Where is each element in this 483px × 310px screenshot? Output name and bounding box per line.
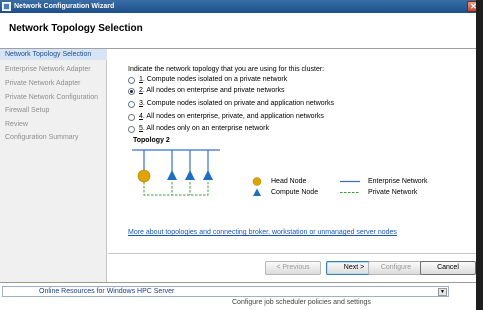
topology-option-2[interactable]: 2. All nodes on enterprise and private n… (128, 86, 285, 96)
topology-diagram-title: Topology 2 (133, 137, 170, 144)
wizard-footer: < Previous Next > Configure Cancel (108, 253, 483, 282)
topology-option-1[interactable]: 1. Compute nodes isolated on a private n… (128, 75, 287, 85)
option-label: . Compute nodes isolated on a private ne… (142, 76, 288, 83)
compute-node-icon (167, 170, 177, 180)
more-about-topologies-link[interactable]: More about topologies and connecting bro… (128, 229, 397, 236)
compute-node-legend-icon (253, 188, 261, 196)
sidebar-item-private-network-adapter: Private Network Adapter (5, 80, 81, 87)
background-window: Online Resources for Windows HPC Server … (0, 282, 483, 310)
legend-enterprise-network: Enterprise Network (340, 177, 428, 186)
option-label: . All nodes on enterprise, private, and … (142, 113, 324, 120)
desktop-edge (476, 0, 483, 310)
background-task-text: Configure job scheduler policies and set… (232, 299, 371, 306)
dropdown-arrow-icon[interactable]: ▼ (438, 288, 447, 296)
private-network-line (143, 182, 209, 196)
private-line-legend-icon (340, 192, 360, 193)
sidebar-item-review: Review (5, 121, 28, 128)
legend-private-network: Private Network (340, 188, 417, 197)
sidebar-item-private-network-configuration: Private Network Configuration (5, 94, 98, 101)
sidebar-item-network-topology-selection[interactable]: Network Topology Selection (0, 49, 107, 60)
window-titlebar: Network Configuration Wizard ✕ (0, 0, 483, 13)
legend-label: Head Node (271, 178, 307, 185)
main-content: Indicate the network topology that you a… (108, 49, 483, 282)
online-resources-label: Online Resources for Windows HPC Server (39, 288, 175, 295)
head-node-icon (137, 169, 151, 183)
intro-text: Indicate the network topology that you a… (128, 66, 325, 73)
legend-label: Compute Node (271, 189, 319, 196)
topology-option-3[interactable]: 3. Compute nodes isolated on private and… (128, 99, 334, 109)
option-label: . All nodes on enterprise and private ne… (142, 87, 285, 94)
sidebar-item-enterprise-network-adapter: Enterprise Network Adapter (5, 66, 91, 73)
legend-compute-node: Compute Node (251, 188, 318, 197)
page-title: Network Topology Selection (9, 23, 143, 34)
compute-node-icon (203, 170, 213, 180)
radio-button[interactable] (128, 76, 135, 84)
topology-diagram (132, 149, 220, 196)
topology-option-5[interactable]: 5. All nodes only on an enterprise netwo… (128, 124, 269, 134)
head-node-legend-icon (252, 177, 262, 186)
page-header: Network Topology Selection (0, 13, 483, 49)
sidebar-item-firewall-setup: Firewall Setup (5, 107, 50, 114)
radio-button[interactable] (128, 100, 135, 108)
option-label: . All nodes only on an enterprise networ… (142, 125, 269, 132)
option-label: . Compute nodes isolated on private and … (142, 100, 334, 107)
wizard-app-icon (2, 2, 11, 11)
enterprise-line-legend-icon (340, 180, 360, 183)
previous-button[interactable]: < Previous (265, 261, 321, 275)
legend-label: Enterprise Network (368, 178, 428, 185)
wizard-steps-sidebar: Network Topology Selection Enterprise Ne… (0, 49, 107, 282)
sidebar-item-configuration-summary: Configuration Summary (5, 134, 79, 141)
legend-label: Private Network (368, 189, 418, 196)
radio-button[interactable] (128, 113, 135, 121)
compute-node-icon (185, 170, 195, 180)
online-resources-bar[interactable]: Online Resources for Windows HPC Server … (2, 286, 449, 297)
window-title: Network Configuration Wizard (14, 3, 115, 10)
configure-button[interactable]: Configure (368, 261, 424, 275)
radio-button[interactable] (128, 125, 135, 133)
topology-option-4[interactable]: 4. All nodes on enterprise, private, and… (128, 112, 324, 122)
legend-head-node: Head Node (251, 177, 306, 186)
radio-button-selected[interactable] (128, 87, 135, 95)
cancel-button[interactable]: Cancel (420, 261, 476, 275)
